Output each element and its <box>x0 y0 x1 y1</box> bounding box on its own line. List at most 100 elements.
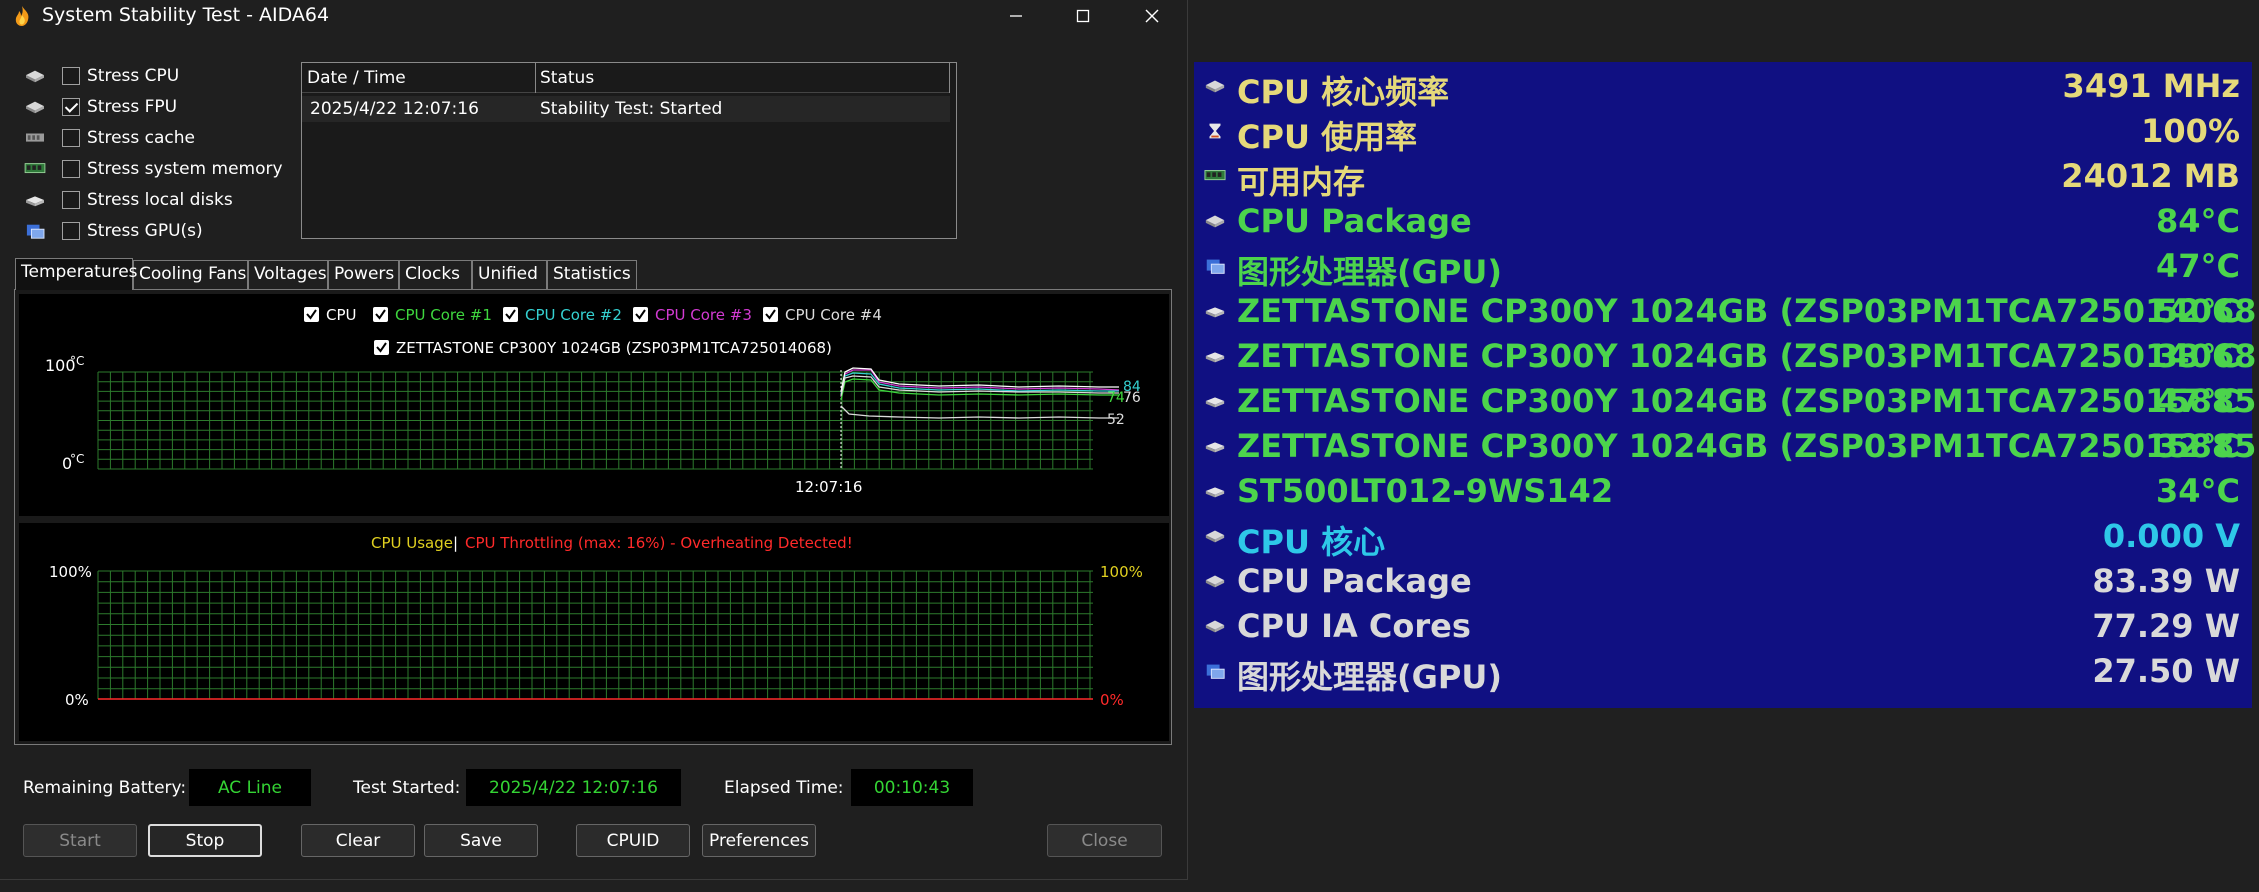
preferences-button[interactable]: Preferences <box>702 824 816 857</box>
stress-checkbox[interactable] <box>62 191 80 209</box>
disk-drive-icon <box>22 191 48 209</box>
usage-axis-left-min: 0% <box>65 691 89 709</box>
usage-grid <box>97 570 1093 699</box>
stop-button[interactable]: Stop <box>148 824 262 857</box>
legend-checkbox[interactable] <box>633 307 648 322</box>
stress-option-label[interactable]: Stress CPU <box>87 66 179 86</box>
disk-drive-icon <box>1204 346 1226 366</box>
osd-sensor-value: 33°C <box>2155 337 2240 375</box>
osd-sensor-value: 52°C <box>2155 292 2240 330</box>
cpuid-button[interactable]: CPUID <box>576 824 690 857</box>
stress-option-row[interactable]: Stress CPU <box>22 62 179 90</box>
close-icon <box>1145 9 1159 23</box>
tab-unified[interactable]: Unified <box>472 260 547 289</box>
stress-option-label[interactable]: Stress local disks <box>87 190 233 210</box>
temp-legend-item[interactable]: ZETTASTONE CP300Y 1024GB (ZSP03PM1TCA725… <box>396 339 832 357</box>
stress-checkbox[interactable] <box>62 67 80 85</box>
temp-legend-item[interactable]: CPU Core #4 <box>785 306 882 324</box>
legend-checkbox[interactable] <box>503 307 518 322</box>
osd-sensor-row: 图形处理器(GPU) 47°C <box>1194 244 2252 291</box>
osd-sensor-label: ZETTASTONE CP300Y 1024GB (ZSP03PM1TCA725… <box>1237 427 2259 465</box>
log-column-datetime[interactable]: Date / Time <box>307 68 406 88</box>
maximize-icon <box>1076 9 1090 23</box>
start-button[interactable]: Start <box>23 824 137 857</box>
osd-sensor-label: ZETTASTONE CP300Y 1024GB (ZSP03PM1TCA725… <box>1237 382 2259 420</box>
stress-checkbox[interactable] <box>62 98 80 116</box>
stress-checkbox[interactable] <box>62 129 80 147</box>
log-header: Date / Time Status <box>302 63 950 93</box>
stress-option-label[interactable]: Stress GPU(s) <box>87 221 203 241</box>
elapsed-time-label: Elapsed Time: <box>724 778 844 798</box>
close-button[interactable]: Close <box>1047 824 1162 857</box>
disk-drive-icon <box>1204 301 1226 321</box>
legend-checkbox[interactable] <box>374 340 389 355</box>
title-bar[interactable]: System Stability Test - AIDA64 <box>0 0 1188 32</box>
tab-powers[interactable]: Powers <box>328 260 399 289</box>
save-button[interactable]: Save <box>424 824 538 857</box>
minimize-icon <box>1010 15 1022 17</box>
maximize-button[interactable] <box>1049 0 1117 32</box>
graph-panel: CPU CPU Core #1 CPU Core #2 CPU Core #3 CPU … <box>14 289 1172 745</box>
stress-option-label[interactable]: Stress cache <box>87 128 195 148</box>
aida64-flame-icon <box>15 6 29 26</box>
cpu-usage-legend: CPU Usage <box>371 534 453 552</box>
gpu-card-icon <box>1204 661 1226 681</box>
osd-sensor-value: 34°C <box>2155 472 2240 510</box>
stress-option-label[interactable]: Stress system memory <box>87 159 283 179</box>
tab-cooling-fans[interactable]: Cooling Fans <box>133 260 248 289</box>
osd-sensor-label: CPU 核心 <box>1237 523 1386 561</box>
stress-option-row[interactable]: Stress GPU(s) <box>22 217 203 245</box>
cpu-chip-icon <box>22 67 48 85</box>
cpu-chip-icon <box>1204 526 1226 546</box>
osd-sensor-value: 84°C <box>2155 202 2240 240</box>
log-column-status[interactable]: Status <box>540 68 594 88</box>
remaining-battery-label: Remaining Battery: <box>23 778 187 798</box>
cpu-chip-icon <box>1204 571 1226 591</box>
memory-module-icon <box>1204 166 1226 186</box>
legend-checkbox[interactable] <box>304 307 319 322</box>
usage-axis-left-max: 100% <box>49 563 92 581</box>
cpu-usage-graph-canvas: CPU Usage | CPU Throttling (max: 16%) - … <box>49 534 1143 709</box>
cache-chip-icon <box>22 129 48 147</box>
window-title: System Stability Test - AIDA64 <box>42 4 330 26</box>
temp-legend-item[interactable]: CPU Core #1 <box>395 306 492 324</box>
temp-axis-unit: °C <box>70 452 84 466</box>
temp-legend-item[interactable]: CPU Core #3 <box>655 306 752 324</box>
osd-sensor-value: 83.39 W <box>2092 562 2240 600</box>
memory-module-icon <box>22 160 48 178</box>
osd-sensor-label: 可用内存 <box>1237 163 1366 201</box>
log-row-status: Stability Test: Started <box>540 99 723 119</box>
legend-checkbox[interactable] <box>373 307 388 322</box>
osd-sensor-label: 图形处理器(GPU) <box>1237 658 1502 696</box>
clear-button[interactable]: Clear <box>301 824 415 857</box>
log-row[interactable]: 2025/4/22 12:07:16 Stability Test: Start… <box>302 96 950 122</box>
stress-checkbox[interactable] <box>62 222 80 240</box>
column-divider[interactable] <box>535 63 536 93</box>
stress-checkbox[interactable] <box>62 160 80 178</box>
osd-sensor-label: CPU 核心频率 <box>1237 73 1450 111</box>
stress-option-row[interactable]: Stress FPU <box>22 93 177 121</box>
column-divider[interactable] <box>949 63 950 93</box>
temperature-graph-canvas: CPU CPU Core #1 CPU Core #2 CPU Core #3 CPU … <box>45 306 1141 496</box>
stress-option-row[interactable]: Stress cache <box>22 124 195 152</box>
core-value-74: 74 <box>1107 390 1125 406</box>
cpu-throttling-legend: CPU Throttling (max: 16%) - Overheating … <box>465 534 853 552</box>
elapsed-time-value: 00:10:43 <box>851 769 973 806</box>
disk-drive-icon <box>1204 436 1226 456</box>
temp-legend-item[interactable]: CPU <box>326 306 357 324</box>
tab-temperatures[interactable]: Temperatures <box>15 258 138 290</box>
stress-option-label[interactable]: Stress FPU <box>87 97 177 117</box>
tab-clocks[interactable]: Clocks <box>399 260 472 289</box>
legend-checkbox[interactable] <box>763 307 778 322</box>
minimize-button[interactable] <box>982 0 1050 32</box>
tab-statistics[interactable]: Statistics <box>547 260 637 289</box>
stress-option-row[interactable]: Stress system memory <box>22 155 283 183</box>
test-started-value: 2025/4/22 12:07:16 <box>466 769 681 806</box>
osd-sensor-value: 77.29 W <box>2092 607 2240 645</box>
temp-legend-item[interactable]: CPU Core #2 <box>525 306 622 324</box>
close-window-button[interactable] <box>1118 0 1186 32</box>
osd-sensor-row: CPU 核心频率 3491 MHz <box>1194 64 2252 111</box>
event-log-list[interactable]: Date / Time Status 2025/4/22 12:07:16 St… <box>301 62 957 239</box>
stress-option-row[interactable]: Stress local disks <box>22 186 233 214</box>
tab-voltages[interactable]: Voltages <box>248 260 328 289</box>
